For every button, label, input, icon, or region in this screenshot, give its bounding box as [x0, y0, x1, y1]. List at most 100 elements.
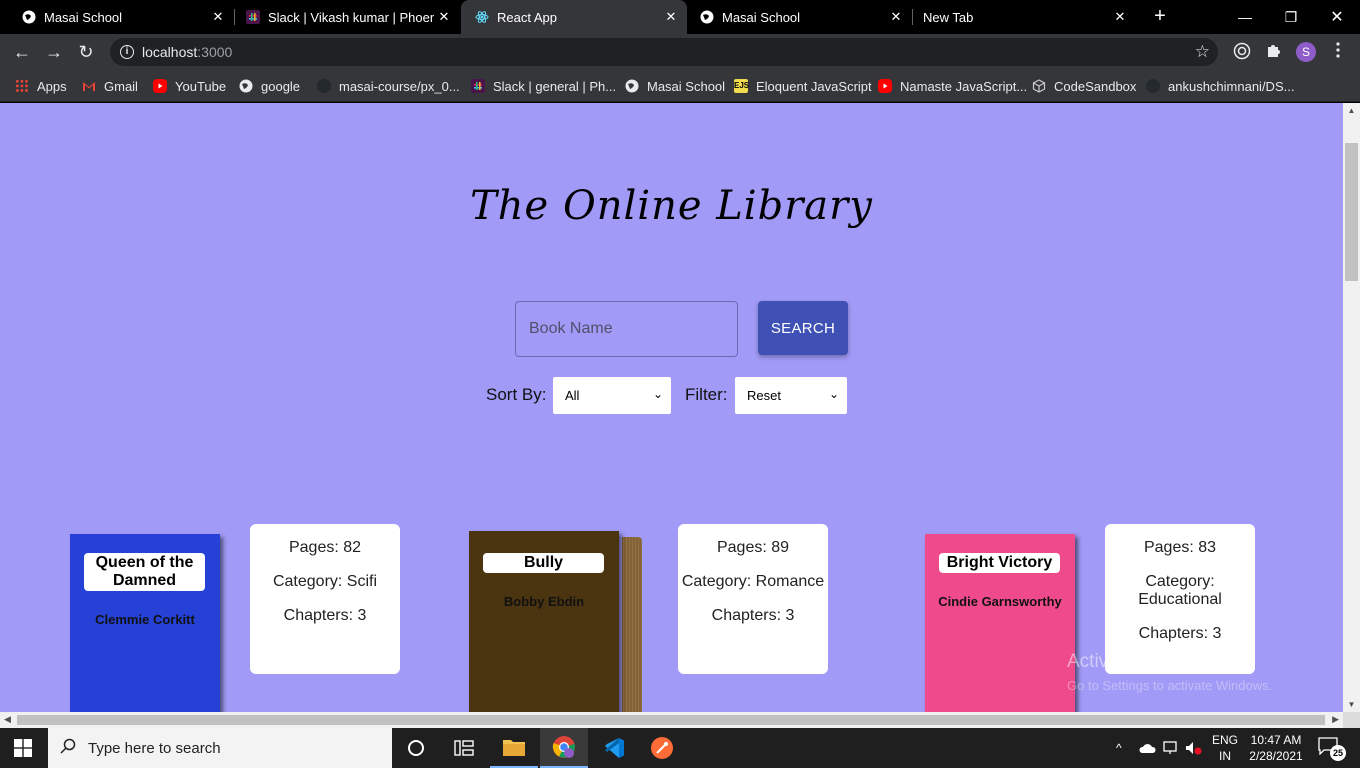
postman-icon[interactable]	[638, 728, 686, 768]
close-tab-icon[interactable]: ✕	[1110, 9, 1130, 25]
scroll-down-icon[interactable]: ▼	[1343, 700, 1360, 709]
gmail-icon	[82, 79, 96, 93]
bookmark-eloquent-js[interactable]: EJS Eloquent JavaScript	[734, 77, 872, 95]
close-tab-icon[interactable]: ✕	[434, 9, 454, 25]
tray-chevron-icon[interactable]: ^	[1116, 728, 1122, 768]
book-category: Category: Educational	[1138, 573, 1222, 608]
bookmark-ankush-ds[interactable]: ankushchimnani/DS...	[1146, 77, 1294, 95]
slack-icon	[471, 79, 485, 93]
bookmark-masai-course[interactable]: masai-course/px_0...	[317, 77, 460, 95]
scroll-up-icon[interactable]: ▲	[1343, 106, 1360, 115]
youtube-icon	[153, 79, 167, 93]
network-icon[interactable]	[1163, 728, 1179, 768]
bookmark-masai-school[interactable]: Masai School	[625, 77, 725, 95]
tab-title: Masai School	[722, 9, 801, 25]
globe-icon	[700, 10, 714, 24]
notification-count-badge: 25	[1330, 745, 1346, 761]
bookmark-gmail[interactable]: Gmail	[82, 77, 138, 95]
scroll-right-icon[interactable]: ▶	[1332, 714, 1339, 725]
sort-label: Sort By:	[486, 385, 547, 404]
taskbar-clock[interactable]: 10:47 AM 2/28/2021	[1246, 732, 1306, 764]
youtube-icon	[878, 79, 892, 93]
book-category: Category: Scifi	[272, 573, 378, 590]
task-view-icon[interactable]	[440, 728, 488, 768]
volume-muted-icon[interactable]	[1185, 728, 1203, 768]
url-text: localhost:3000	[142, 44, 232, 60]
book-cover[interactable]: Queen of the Damned Clemmie Corkitt	[70, 534, 220, 712]
forward-button[interactable]: →	[42, 40, 66, 64]
activate-windows-hint: Go to Settings to activate Windows.	[1067, 678, 1273, 693]
github-icon	[317, 79, 331, 93]
book-category: Category: Romance	[681, 573, 825, 590]
extensions-puzzle-icon[interactable]	[1264, 42, 1284, 62]
tab-react-app[interactable]: React App ✕	[461, 0, 687, 34]
book-author: Cindie Garnsworthy	[938, 594, 1062, 609]
tab-masai-school[interactable]: Masai School ✕	[0, 0, 234, 34]
tab-masai-school-2[interactable]: Masai School ✕	[686, 0, 912, 34]
globe-icon	[625, 79, 639, 93]
bookmark-star-icon[interactable]: ☆	[1195, 42, 1210, 62]
github-icon	[1146, 79, 1160, 93]
site-info-icon[interactable]: i	[120, 45, 134, 59]
book-title: Queen of the Damned	[84, 553, 205, 591]
search-button[interactable]: SEARCH	[758, 301, 848, 355]
book-cover[interactable]: Bully Bobby Ebdin	[469, 531, 619, 712]
chrome-icon[interactable]	[540, 728, 588, 768]
bookmark-youtube[interactable]: YouTube	[153, 77, 226, 95]
vertical-scroll-thumb[interactable]	[1345, 143, 1358, 281]
taskbar-search-placeholder: Type here to search	[88, 739, 221, 757]
book-pages: Pages: 83	[1143, 539, 1217, 556]
book-name-input[interactable]	[515, 301, 738, 357]
book-author: Bobby Ebdin	[503, 594, 585, 609]
close-tab-icon[interactable]: ✕	[661, 9, 681, 25]
profile-avatar[interactable]: S	[1296, 42, 1316, 62]
bookmark-apps[interactable]: Apps	[15, 77, 67, 95]
book-chapters: Chapters: 3	[283, 607, 367, 624]
tab-new-tab[interactable]: New Tab ✕	[902, 0, 1136, 34]
tab-slack[interactable]: Slack | Vikash kumar | Phoenix ✕	[224, 0, 460, 34]
address-bar[interactable]: i localhost:3000 ☆	[110, 38, 1218, 66]
page-content: The Online Library SEARCH Sort By: All ⌄…	[0, 103, 1343, 712]
bookmark-slack-general[interactable]: Slack | general | Ph...	[471, 77, 616, 95]
react-icon	[475, 10, 489, 24]
clock-time: 10:47 AM	[1250, 733, 1302, 747]
codesandbox-icon	[1032, 79, 1046, 93]
back-button[interactable]: ←	[10, 40, 34, 64]
filter-select[interactable]: Reset ⌄	[735, 377, 847, 414]
language-indicator[interactable]: ENG IN	[1210, 732, 1240, 764]
horizontal-scroll-thumb[interactable]	[17, 715, 1325, 725]
search-icon	[60, 738, 80, 759]
maximize-button[interactable]: ❐	[1268, 0, 1314, 34]
scrollbar-corner	[1343, 712, 1360, 728]
horizontal-scrollbar[interactable]: ◀ ▶	[0, 712, 1343, 728]
cortana-icon[interactable]	[392, 728, 440, 768]
book-pages: Pages: 82	[288, 539, 362, 556]
book-title: Bright Victory	[939, 553, 1060, 573]
bookmark-namaste-js[interactable]: Namaste JavaScript...	[878, 77, 1027, 95]
vertical-scrollbar[interactable]: ▲ ▼	[1343, 103, 1360, 712]
windows-start-icon[interactable]	[14, 739, 32, 757]
book-chapters: Chapters: 3	[711, 607, 795, 624]
close-window-button[interactable]: ✕	[1314, 0, 1360, 34]
file-explorer-icon[interactable]	[490, 728, 538, 768]
notification-center-icon[interactable]: 25	[1318, 737, 1346, 761]
chevron-down-icon: ⌄	[828, 387, 839, 401]
taskbar-search[interactable]: Type here to search	[48, 728, 392, 768]
new-tab-button[interactable]: +	[1150, 6, 1170, 26]
bookmark-codesandbox[interactable]: CodeSandbox	[1032, 77, 1136, 95]
reload-button[interactable]: ↻	[74, 40, 98, 64]
url-host: localhost	[142, 44, 198, 60]
book-info-card: Pages: 89 Category: Romance Chapters: 3	[678, 524, 828, 674]
menu-dots-icon[interactable]	[1328, 42, 1348, 62]
vscode-icon[interactable]	[590, 728, 638, 768]
book-cover[interactable]: Bright Victory Cindie Garnsworthy	[925, 534, 1075, 712]
onedrive-icon[interactable]	[1138, 728, 1156, 768]
sort-select[interactable]: All ⌄	[553, 377, 671, 414]
slack-icon	[246, 10, 260, 24]
minimize-button[interactable]: —	[1222, 0, 1268, 34]
extension-target-icon[interactable]	[1232, 42, 1252, 62]
book-title: Bully	[483, 553, 604, 573]
scroll-left-icon[interactable]: ◀	[4, 714, 11, 725]
bookmark-google[interactable]: google	[239, 77, 300, 95]
book-chapters: Chapters: 3	[1138, 625, 1222, 642]
